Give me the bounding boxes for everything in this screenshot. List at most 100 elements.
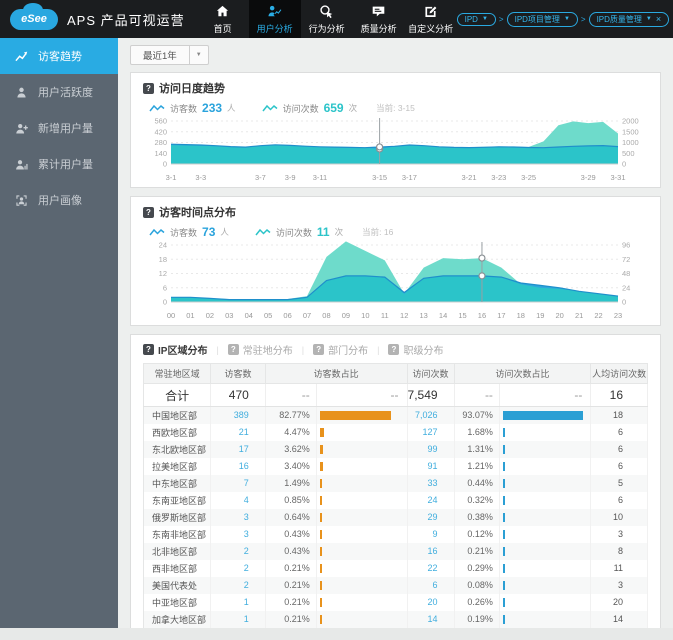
tab-1[interactable]: ? 常驻地分布: [227, 342, 293, 357]
visits-count-link[interactable]: 29: [428, 512, 438, 522]
svg-text:2000: 2000: [622, 117, 639, 126]
hourly-title: 访客时间点分布: [159, 207, 236, 219]
visits-count-link[interactable]: 14: [428, 614, 438, 624]
visitors-count-link[interactable]: 1: [244, 597, 249, 607]
visitors-count-link[interactable]: 16: [239, 461, 249, 471]
col-visitors: 访客数: [210, 363, 266, 384]
visitors-count-link[interactable]: 4: [244, 495, 249, 505]
nav-item-2[interactable]: 行为分析: [301, 0, 353, 38]
region-name: 美国代表处: [143, 576, 212, 594]
visits-count-link[interactable]: 99: [428, 444, 438, 454]
svg-text:560: 560: [154, 117, 167, 126]
nav-item-3[interactable]: 质量分析: [353, 0, 405, 38]
visitors-pct: 0.21%: [265, 593, 317, 611]
avg-visits: 18: [590, 406, 648, 424]
help-icon[interactable]: ?: [143, 206, 154, 218]
pill-label: IPD质量管理: [596, 14, 642, 24]
visits-pct-bar: [502, 461, 505, 471]
tab-separator: |: [377, 344, 380, 355]
region-name: 西欧地区部: [143, 423, 212, 441]
daily-trend-panel: ? 访问日度趋势 访客数 233 人 访问次数 659 次 当前: 3-15 0…: [130, 72, 661, 188]
visits-pct: 0.19%: [454, 610, 500, 628]
visits-count-link[interactable]: 33: [428, 478, 438, 488]
table-row: 中亚地区部 1 0.21% 20 0.26% 20: [143, 593, 648, 611]
visits-pct-bar: [502, 614, 505, 624]
help-icon: ?: [388, 344, 400, 355]
help-icon[interactable]: ?: [143, 82, 154, 94]
visitors-count-link[interactable]: 389: [234, 410, 249, 420]
chevron-down-icon[interactable]: ▼: [188, 46, 208, 64]
breadcrumb-pill-0[interactable]: IPD ▼: [456, 12, 496, 26]
visitors-count-link[interactable]: 7: [244, 478, 249, 488]
footer-strip: [0, 628, 673, 640]
hourly-x-axis: 00 01 02 03 04 05 06 07 08 09 10 11 12 13 14 15 16 17 18 19…: [166, 311, 623, 320]
region-name: 西非地区部: [143, 559, 212, 577]
tab-0[interactable]: ? IP区域分布: [143, 342, 207, 357]
visits-count-link[interactable]: 20: [428, 597, 438, 607]
visits-count-link[interactable]: 24: [428, 495, 438, 505]
visits-pct: 1.68%: [454, 423, 500, 441]
tab-2[interactable]: ? 部门分布: [313, 342, 368, 357]
table-row: 俄罗斯地区部 3 0.64% 29 0.38% 10: [143, 508, 648, 526]
visits-pct: 0.29%: [454, 559, 500, 577]
sidebar-item-3[interactable]: 累计用户量: [0, 146, 118, 182]
sidebar-item-4[interactable]: 用户画像: [0, 182, 118, 218]
visitors-count-link[interactable]: 1: [244, 614, 249, 624]
visitors-count-link[interactable]: 2: [244, 546, 249, 556]
visits-count-link[interactable]: 6: [433, 580, 438, 590]
visitors-count-link[interactable]: 21: [239, 427, 249, 437]
region-name: 拉美地区部: [143, 457, 212, 475]
esee-logo[interactable]: eSee: [0, 0, 58, 38]
visits-count-link[interactable]: 16: [428, 546, 438, 556]
current-marker-label: 当前: 16: [362, 227, 394, 237]
pill-label: IPD: [464, 14, 478, 24]
quality-icon: [371, 4, 386, 19]
nav-item-4[interactable]: 自定义分析: [405, 0, 457, 38]
close-icon[interactable]: ×: [656, 14, 661, 24]
table-row: 中国地区部 389 82.77% 7,026 93.07% 18: [143, 406, 648, 424]
visitors-count-link[interactable]: 3: [244, 512, 249, 522]
chevron-down-icon[interactable]: ▼: [564, 16, 570, 22]
visits-value: 11: [316, 225, 330, 239]
visitors-count-link[interactable]: 2: [244, 580, 249, 590]
visits-count-link[interactable]: 7,026: [415, 410, 438, 420]
visitors-count-link[interactable]: 2: [244, 563, 249, 573]
region-table: 常驻地区域 访客数 访客数占比 访问次数 访问次数占比 人均访问次数 合计 47…: [143, 363, 648, 628]
nav-item-1[interactable]: 用户分析: [248, 0, 301, 38]
visits-label: 访问次数: [275, 227, 312, 238]
hourly-chart[interactable]: 0 0 6 24 12 48 18 72 24 96 00 01 02 03 04 05 06 07 08 09 10…: [143, 240, 648, 322]
visitors-value: 233: [202, 101, 223, 115]
daily-trend-title: 访问日度趋势: [159, 83, 225, 95]
panel-title: ? 访问日度趋势: [143, 80, 648, 96]
visits-pct-bar: [502, 580, 505, 590]
breadcrumb-separator: >: [498, 14, 504, 24]
svg-text:0: 0: [163, 298, 167, 307]
date-range-button[interactable]: 最近1年 ▼: [130, 45, 209, 65]
visitors-pct: 0.21%: [265, 610, 317, 628]
visits-pct: 0.32%: [454, 491, 500, 509]
visitors-count-link[interactable]: 3: [244, 529, 249, 539]
sidebar-item-0[interactable]: 访客趋势: [0, 38, 118, 74]
daily-trend-chart[interactable]: 0 0 140 500 280 1000 420 1500 560 2000 3-1 3-3 3-7 3…: [143, 116, 648, 184]
chevron-down-icon[interactable]: ▼: [482, 16, 488, 22]
wave-blue-icon: [149, 104, 165, 111]
table-row: 拉美地区部 16 3.40% 91 1.21% 6: [143, 457, 648, 475]
breadcrumb-pill-2[interactable]: IPD质量管理 ▼ ×: [588, 11, 670, 27]
wave-teal-icon: [261, 104, 278, 111]
visits-pct-bar: [502, 495, 505, 505]
visits-count-link[interactable]: 127: [423, 427, 438, 437]
breadcrumb-pill-1[interactable]: IPD项目管理 ▼: [506, 11, 578, 27]
visitors-count-link[interactable]: 17: [239, 444, 249, 454]
visits-count-link[interactable]: 91: [428, 461, 438, 471]
visits-count-link[interactable]: 22: [428, 563, 438, 573]
header-right: IPD▼>IPD项目管理▼>IPD质量管理▼× 超级管理员: [456, 0, 673, 38]
avg-visits: 5: [590, 474, 648, 492]
chevron-down-icon[interactable]: ▼: [646, 16, 652, 22]
sidebar-item-2[interactable]: 新增用户量: [0, 110, 118, 146]
pill-label: IPD项目管理: [514, 14, 560, 24]
nav-item-0[interactable]: 首页: [197, 0, 249, 38]
avg-visits: 20: [590, 593, 648, 611]
sidebar-item-1[interactable]: 用户活跃度: [0, 74, 118, 110]
visits-count-link[interactable]: 9: [433, 529, 438, 539]
tab-3[interactable]: ? 职级分布: [388, 342, 443, 357]
